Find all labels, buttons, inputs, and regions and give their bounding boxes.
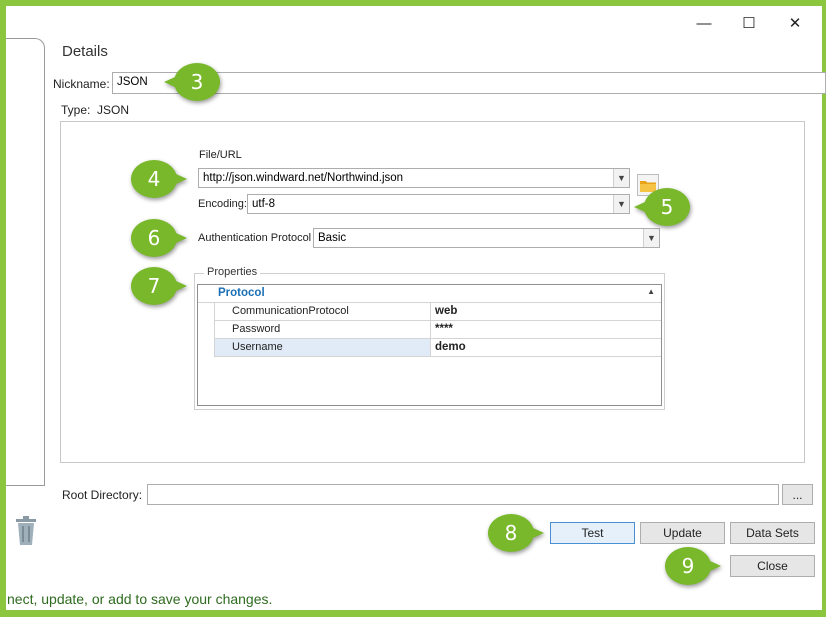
property-row[interactable]: CommunicationProtocol web [215, 303, 661, 321]
status-bar: nect, update, or add to save your change… [6, 583, 822, 610]
close-button[interactable]: Close [730, 555, 815, 577]
auth-protocol-combo[interactable]: Basic ▼ [313, 228, 660, 248]
maximize-button[interactable]: ☐ [734, 12, 764, 34]
data-sets-button[interactable]: Data Sets [730, 522, 815, 544]
root-directory-input[interactable] [147, 484, 779, 505]
properties-legend: Properties [204, 266, 261, 278]
file-url-label: File/URL [199, 149, 242, 161]
property-row-selected[interactable]: Username demo [215, 339, 661, 357]
property-category-label: Protocol [218, 287, 265, 299]
callout-4: 4 [131, 160, 187, 198]
callout-8: 8 [488, 514, 544, 552]
file-url-value: http://json.windward.net/Northwind.json [203, 172, 404, 184]
status-text: nect, update, or add to save your change… [7, 591, 273, 607]
property-name: Username [215, 339, 431, 356]
type-value: JSON [97, 103, 130, 117]
callout-3: 3 [164, 63, 220, 101]
trash-icon[interactable] [15, 516, 37, 546]
datasource-list-panel[interactable] [6, 38, 45, 486]
auth-protocol-label: Authentication Protocol [198, 232, 312, 244]
minimize-button[interactable]: — [689, 12, 719, 34]
property-value[interactable]: **** [435, 323, 453, 335]
type-label: Type: [61, 103, 91, 117]
test-button[interactable]: Test [550, 522, 635, 544]
property-row[interactable]: Password **** [215, 321, 661, 339]
property-name: CommunicationProtocol [215, 303, 431, 320]
chevron-down-icon[interactable]: ▼ [613, 195, 629, 213]
property-category-protocol[interactable]: Protocol ▲ [198, 285, 661, 303]
details-title: Details [62, 43, 108, 60]
auth-protocol-value: Basic [318, 232, 347, 244]
chevron-down-icon[interactable]: ▼ [613, 169, 629, 187]
property-gutter [198, 303, 215, 357]
close-window-button[interactable]: ✕ [780, 12, 810, 34]
callout-7: 7 [131, 267, 187, 305]
file-url-combo[interactable]: http://json.windward.net/Northwind.json … [198, 168, 630, 188]
collapse-arrow-icon[interactable]: ▲ [647, 287, 655, 296]
encoding-label: Encoding: [198, 198, 247, 210]
callout-5: 5 [634, 188, 690, 226]
property-value[interactable]: web [435, 305, 457, 317]
browse-root-directory-button[interactable]: ... [782, 484, 813, 505]
connection-window: — ☐ ✕ Details Nickname: JSON Type: JSON … [6, 6, 826, 610]
callout-9: 9 [665, 547, 721, 585]
callout-6: 6 [131, 219, 187, 257]
root-directory-label: Root Directory: [62, 488, 143, 502]
property-value[interactable]: demo [435, 341, 466, 353]
encoding-combo[interactable]: utf-8 ▼ [247, 194, 630, 214]
nickname-label: Nickname: [53, 77, 110, 91]
property-grid[interactable]: Protocol ▲ CommunicationProtocol web Pas… [197, 284, 662, 406]
encoding-value: utf-8 [252, 198, 276, 210]
update-button[interactable]: Update [640, 522, 725, 544]
chevron-down-icon[interactable]: ▼ [643, 229, 659, 247]
property-name: Password [215, 321, 431, 338]
